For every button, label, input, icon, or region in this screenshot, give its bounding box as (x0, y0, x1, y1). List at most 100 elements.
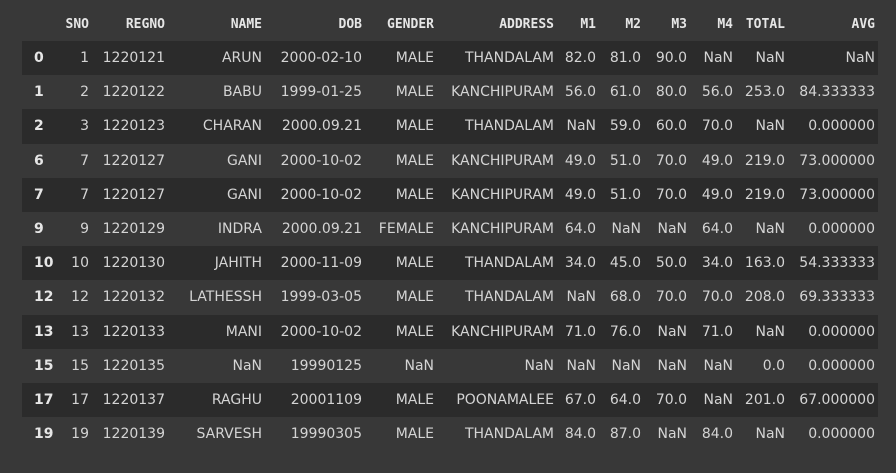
cell-gender: MALE (395, 84, 434, 101)
cell-m4: 34.0 (701, 255, 733, 272)
cell-m2: 81.0 (609, 50, 641, 67)
cell-m1: 49.0 (564, 152, 596, 169)
cell-index: 9 (34, 221, 44, 238)
cell-address: KANCHIPURAM (451, 152, 554, 169)
cell-sno: 19 (71, 426, 89, 443)
header-m4: M4 (717, 17, 733, 32)
cell-m2: 51.0 (609, 152, 641, 169)
cell-index: 17 (34, 391, 54, 408)
cell-index: 13 (34, 323, 54, 340)
cell-gender: FEMALE (378, 221, 434, 238)
cell-avg: 0.000000 (808, 118, 875, 135)
cell-index: 10 (34, 255, 54, 272)
cell-total: 201.0 (744, 391, 785, 408)
cell-dob: 2000.09.21 (281, 118, 362, 135)
cell-total: NaN (755, 50, 785, 67)
cell-sno: 13 (71, 323, 89, 340)
table-row: 17 17 1220137 RAGHU 20001109 MALE POONAMALEE 67… (22, 382, 878, 418)
cell-avg: 73.000000 (799, 186, 875, 203)
cell-total: NaN (755, 323, 785, 340)
cell-m2: 68.0 (609, 289, 641, 306)
cell-m4: NaN (703, 357, 733, 374)
cell-sno: 12 (71, 289, 89, 306)
cell-total: 219.0 (744, 186, 785, 203)
cell-regno: 1220127 (102, 186, 165, 203)
table-row: 0 1 1220121 ARUN 2000-02-10 MALE THANDALAM 82.0… (22, 41, 878, 76)
cell-m1: 49.0 (564, 186, 596, 203)
cell-name: JAHITH (214, 255, 262, 272)
header-sno: SNO (65, 17, 89, 32)
header-avg: AVG (851, 17, 875, 32)
cell-gender: MALE (395, 289, 434, 306)
cell-avg: 54.333333 (799, 255, 875, 272)
cell-m1: NaN (566, 357, 596, 374)
table-body: 0 1 1220121 ARUN 2000-02-10 MALE THANDALAM 82.0… (22, 41, 878, 452)
cell-sno: 10 (71, 255, 89, 272)
cell-m3: NaN (657, 357, 687, 374)
cell-gender: MALE (395, 152, 434, 169)
cell-m2: 51.0 (609, 186, 641, 203)
table-row: 15 15 1220135 NaN 19990125 NaN NaN NaN NaN NaN NaN… (22, 348, 878, 383)
cell-total: NaN (755, 426, 785, 443)
cell-name: BABU (222, 84, 262, 101)
cell-m4: 49.0 (701, 152, 733, 169)
header-m3: M3 (671, 17, 687, 32)
cell-m1: NaN (566, 289, 596, 306)
cell-regno: 1220139 (102, 426, 165, 443)
cell-index: 6 (34, 152, 44, 169)
cell-regno: 1220122 (102, 84, 165, 101)
cell-m3: 60.0 (655, 118, 687, 135)
cell-index: 15 (34, 357, 54, 374)
cell-m2: NaN (611, 221, 641, 238)
cell-m3: NaN (657, 426, 687, 443)
cell-dob: 2000-10-02 (280, 186, 362, 203)
cell-sno: 7 (80, 186, 89, 203)
cell-m3: 70.0 (655, 289, 687, 306)
cell-gender: MALE (395, 426, 434, 443)
table-row: 6 7 1220127 GANI 2000-10-02 MALE KANCHIPURAM 49… (22, 143, 878, 178)
header-name: NAME (230, 17, 262, 32)
cell-m3: NaN (657, 323, 687, 340)
cell-m3: 70.0 (655, 186, 687, 203)
cell-index: 7 (34, 186, 44, 203)
dataframe-output: SNO REGNO NAME DOB GENDER ADDRESS M1 M2 … (22, 8, 878, 452)
cell-m2: 59.0 (609, 118, 641, 135)
header-m2: M2 (625, 17, 641, 32)
cell-name: NaN (232, 357, 262, 374)
cell-regno: 1220121 (102, 50, 165, 67)
cell-avg: 0.000000 (808, 221, 875, 238)
cell-dob: 2000-10-02 (280, 323, 362, 340)
cell-name: INDRA (217, 221, 262, 238)
cell-regno: 1220129 (102, 221, 165, 238)
table-row: 7 7 1220127 GANI 2000-10-02 MALE KANCHIPURAM 49… (22, 177, 878, 212)
cell-index: 19 (34, 426, 54, 443)
cell-avg: 73.000000 (799, 152, 875, 169)
header-gender: GENDER (387, 17, 434, 32)
cell-avg: NaN (845, 50, 875, 67)
cell-m1: 67.0 (564, 391, 596, 408)
cell-m4: 64.0 (701, 221, 733, 238)
cell-gender: MALE (395, 255, 434, 272)
cell-total: 208.0 (744, 289, 785, 306)
cell-name: SARVESH (196, 426, 262, 443)
cell-avg: 69.333333 (799, 289, 875, 306)
cell-total: NaN (755, 221, 785, 238)
cell-address: POONAMALEE (456, 391, 554, 408)
cell-address: THANDALAM (464, 118, 554, 135)
header-regno: REGNO (125, 17, 165, 32)
cell-dob: 2000.09.21 (281, 221, 362, 238)
table-row: 1 2 1220122 BABU 1999-01-25 MALE KANCHIPURAM 56… (22, 75, 878, 110)
cell-name: GANI (226, 186, 262, 203)
cell-m2: 64.0 (609, 391, 641, 408)
cell-dob: 2000-11-09 (280, 255, 362, 272)
table-header: SNO REGNO NAME DOB GENDER ADDRESS M1 M2 … (22, 8, 878, 41)
cell-name: MANI (225, 323, 262, 340)
cell-m1: 71.0 (564, 323, 596, 340)
cell-dob: 2000-02-10 (280, 50, 362, 67)
cell-regno: 1220132 (102, 289, 165, 306)
cell-sno: 17 (71, 391, 89, 408)
cell-avg: 67.000000 (799, 391, 875, 408)
cell-address: NaN (524, 357, 554, 374)
cell-index: 0 (34, 50, 44, 67)
header-dob: DOB (338, 17, 362, 32)
